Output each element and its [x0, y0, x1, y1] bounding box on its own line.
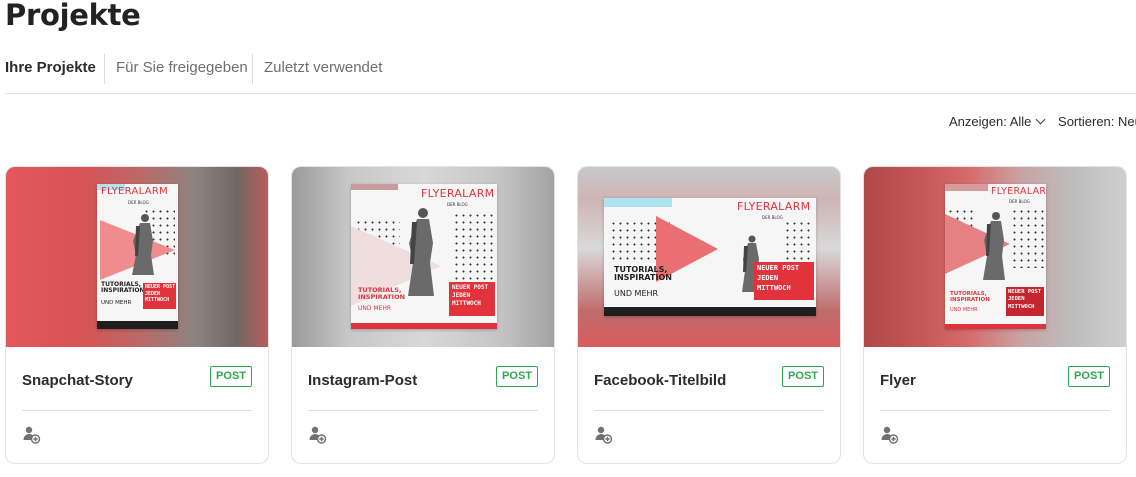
tagline-more-text: UND MEHR [950, 307, 978, 313]
card-divider [594, 410, 824, 411]
list-controls: Anzeigen: Alle Sortieren: Neu [949, 114, 1136, 129]
post-badge: POST [496, 366, 538, 387]
card-divider [308, 410, 538, 411]
promo-box: NEUER POST JEDEN MITTWOCH [143, 283, 176, 309]
tagline-text: TUTORIALS, INSPIRATION [950, 291, 990, 303]
design-preview: FLYERALARM DER BLOG TUTORIALS, INSPIRATI… [945, 184, 1046, 329]
project-title: Instagram-Post [308, 372, 418, 389]
footer-bar [945, 324, 1046, 329]
tagline-more-text: UND MEHR [358, 305, 392, 312]
project-card-flyer[interactable]: FLYERALARM DER BLOG TUTORIALS, INSPIRATI… [863, 166, 1127, 464]
project-title: Snapchat-Story [22, 372, 133, 389]
promo-box: NEUER POST JEDEN MITTWOCH [754, 262, 814, 300]
brand-logo-text: FLYERALARM [991, 186, 1046, 197]
promo-box: NEUER POST JEDEN MITTWOCH [1006, 287, 1044, 316]
project-thumbnail: FLYERALARM DER BLOG TUTORIALS, INSPIRATI… [864, 167, 1126, 347]
filter-label: Anzeigen: Alle [949, 114, 1032, 129]
sort-dropdown[interactable]: Sortieren: Neu [1058, 114, 1136, 129]
project-title: Facebook-Titelbild [594, 372, 727, 389]
add-user-icon[interactable] [308, 425, 328, 445]
tab-your-projects[interactable]: Ihre Projekte [5, 58, 96, 89]
statue-image [408, 208, 434, 296]
tagline-text: TUTORIALS, INSPIRATION [358, 286, 406, 301]
post-badge: POST [782, 366, 824, 387]
project-thumbnail: FLYERALARM DER BLOG TUTORIALS, INSPIRATI… [292, 167, 554, 347]
footer-bar [351, 323, 497, 329]
brand-subtitle: DER BLOG [447, 202, 468, 207]
brand-logo-text: FLYERALARM [421, 187, 495, 200]
design-preview: FLYERALARM DER BLOG TUTORIALS, INSPIRATI… [97, 184, 178, 329]
project-tabs: Ihre Projekte Für Sie freigegeben Zuletz… [5, 52, 1136, 94]
brand-subtitle: DER BLOG [1009, 199, 1030, 204]
tab-divider [104, 54, 105, 84]
tagline-more-text: UND MEHR [614, 289, 659, 298]
add-user-icon[interactable] [22, 425, 42, 445]
tab-divider [252, 54, 253, 84]
statue-image [983, 212, 1005, 280]
dot-pattern [1011, 208, 1044, 268]
post-badge: POST [210, 366, 252, 387]
card-divider [880, 410, 1110, 411]
footer-bar [604, 307, 816, 316]
footer-bar [97, 321, 178, 329]
tab-shared-with-you[interactable]: Für Sie freigegeben [116, 58, 248, 89]
tagline-text: TUTORIALS, INSPIRATION [614, 265, 672, 283]
brand-subtitle: DER BLOG [128, 200, 149, 205]
project-thumbnail: FLYERALARM DER BLOG TUTORIALS, INSPIRATI… [578, 167, 840, 347]
design-preview: FLYERALARM DER BLOG TUTORIALS, INSPIRATI… [604, 198, 816, 316]
post-badge: POST [1068, 366, 1110, 387]
project-thumbnail: FLYERALARM DER BLOG TUTORIALS, INSPIRATI… [6, 167, 268, 347]
dot-pattern [453, 212, 495, 282]
project-card-instagram-post[interactable]: FLYERALARM DER BLOG TUTORIALS, INSPIRATI… [291, 166, 555, 464]
sort-label: Sortieren: Neu [1058, 114, 1136, 129]
design-preview: FLYERALARM DER BLOG TUTORIALS, INSPIRATI… [351, 184, 497, 329]
tagline-more-text: UND MEHR [101, 300, 132, 306]
add-user-icon[interactable] [880, 425, 900, 445]
tagline-text: TUTORIALS, INSPIRATION [101, 281, 145, 295]
project-title: Flyer [880, 372, 916, 389]
filter-dropdown[interactable]: Anzeigen: Alle [949, 114, 1046, 129]
brand-logo-text: FLYERALARM [101, 186, 169, 197]
page-title: Projekte [5, 0, 141, 32]
project-card-facebook-cover[interactable]: FLYERALARM DER BLOG TUTORIALS, INSPIRATI… [577, 166, 841, 464]
promo-box: NEUER POST JEDEN MITTWOCH [449, 282, 495, 316]
chevron-down-icon [1035, 114, 1046, 125]
add-user-icon[interactable] [594, 425, 614, 445]
brand-subtitle: DER BLOG [762, 215, 783, 220]
statue-image [132, 214, 154, 275]
project-card-snapchat-story[interactable]: FLYERALARM DER BLOG TUTORIALS, INSPIRATI… [5, 166, 269, 464]
brand-logo-text: FLYERALARM [737, 200, 811, 213]
card-divider [22, 410, 252, 411]
tab-recently-used[interactable]: Zuletzt verwendet [264, 58, 382, 89]
